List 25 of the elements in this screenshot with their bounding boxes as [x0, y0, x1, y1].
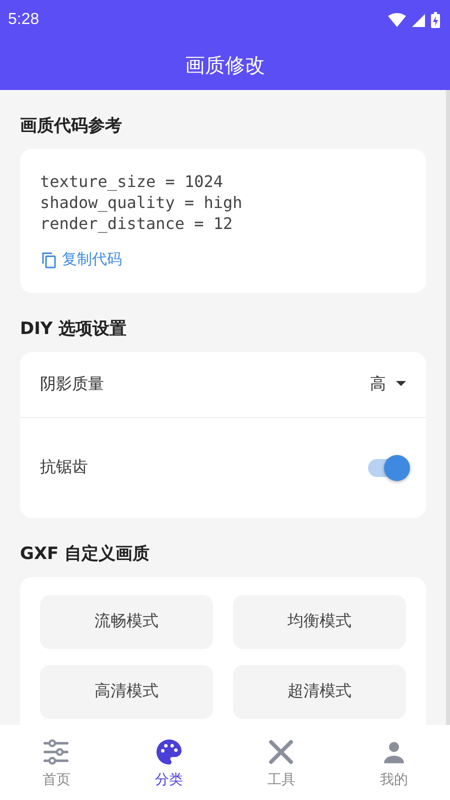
copy-icon [40, 250, 58, 268]
shadow-quality-dropdown[interactable]: 高 [370, 374, 406, 394]
section-title: GXF 自定义画质 [20, 542, 151, 566]
nav-tab[interactable]: 首页 [0, 725, 112, 800]
code-text: texture_size = 1024 shadow_quality = high render_distance = 12 [40, 171, 244, 234]
wifi-icon [388, 13, 406, 27]
sliders-icon [41, 736, 72, 766]
nav-tab[interactable]: 分类 [112, 725, 225, 800]
mode-button[interactable]: 均衡模式 [233, 594, 406, 648]
section-title: DIY 选项设置 [20, 318, 128, 340]
battery-icon [431, 12, 440, 28]
section-title: 画质代码参考 [20, 115, 123, 138]
nav-tab[interactable]: 工具 [225, 725, 338, 800]
nav-tab[interactable]: 我的 [338, 725, 450, 800]
mode-button[interactable]: 超清模式 [233, 664, 406, 718]
copy-code-link[interactable]: 复制代码 [40, 250, 122, 269]
status-time: 5:28 [8, 11, 40, 29]
setting-label: 抗锯齿 [40, 457, 88, 478]
caret-icon [396, 381, 406, 387]
setting-label: 阴影质量 [40, 374, 104, 394]
palette-icon [154, 736, 184, 766]
mode-button[interactable]: 流畅模式 [40, 594, 213, 648]
page-title: 画质修改 [185, 52, 265, 78]
signal-icon [412, 14, 425, 26]
mode-button[interactable]: 高清模式 [40, 664, 213, 718]
